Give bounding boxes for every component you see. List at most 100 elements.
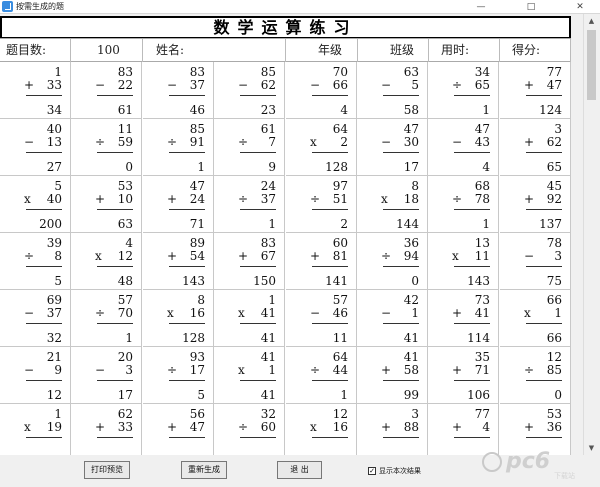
operator: − <box>381 306 392 320</box>
operator: x <box>524 306 531 320</box>
operand-1: 47 <box>403 122 419 136</box>
answer-rule <box>454 323 490 324</box>
problem-cell: 83−22 61 <box>71 62 142 119</box>
operand-1: 73 <box>474 293 490 307</box>
operand-1: 64 <box>332 122 348 136</box>
operand-1: 62 <box>117 407 133 421</box>
vertical-scrollbar[interactable]: ▲ ▼ <box>583 14 599 455</box>
operand-2: 91 <box>189 135 205 149</box>
answer-rule <box>526 152 562 153</box>
answer-rule <box>526 380 562 381</box>
operand-1: 32 <box>260 407 276 421</box>
operand-2: 16 <box>189 306 205 320</box>
operand-2: 12 <box>117 249 133 263</box>
operand-2: 62 <box>546 135 562 149</box>
operand-1: 53 <box>546 407 562 421</box>
result: 1 <box>197 160 205 174</box>
operand-2: 85 <box>546 363 562 377</box>
problem-cell: 12 ÷ 85 0 <box>500 347 571 404</box>
operator: + <box>524 78 535 92</box>
answer-rule <box>169 323 205 324</box>
answer-rule <box>383 95 419 96</box>
minimize-button[interactable]: — <box>464 0 498 14</box>
operand-2: 62 <box>260 78 276 92</box>
operand-2: 8 <box>54 249 62 263</box>
problem-cell: 41 +58 99 <box>357 347 428 404</box>
operand-2: 81 <box>332 249 348 263</box>
operand-2: 66 <box>332 78 348 92</box>
operand-2: 9 <box>54 363 62 377</box>
operand-1: 3 <box>554 122 562 136</box>
operator: x <box>452 249 459 263</box>
operand-1: 83 <box>117 65 133 79</box>
operator: − <box>524 249 535 263</box>
answer-rule <box>383 380 419 381</box>
scroll-thumb[interactable] <box>587 30 596 100</box>
show-results-checkbox[interactable]: ✓ <box>368 467 376 475</box>
operator: + <box>310 249 321 263</box>
operand-2: 65 <box>474 78 490 92</box>
answer-rule <box>169 152 205 153</box>
operand-1: 45 <box>546 179 562 193</box>
problem-cell: 64 ÷ 44 1 <box>286 347 357 404</box>
print-preview-button[interactable]: 打印预览 <box>84 461 130 479</box>
answer-rule <box>240 266 276 267</box>
operand-1: 70 <box>332 65 348 79</box>
problem-cell: 11 ÷ 59 0 <box>71 119 142 176</box>
operand-2: 54 <box>189 249 205 263</box>
operator: x <box>24 420 31 434</box>
operand-1: 47 <box>189 179 205 193</box>
result: 63 <box>117 217 133 231</box>
answer-rule <box>26 380 62 381</box>
answer-rule <box>454 266 490 267</box>
operand-2: 16 <box>332 420 348 434</box>
operand-2: 3 <box>554 249 562 263</box>
window-title: 按需生成的题 <box>16 2 64 11</box>
operator: + <box>524 420 535 434</box>
problem-cell: 83 +67 150 <box>214 233 285 290</box>
result: 17 <box>117 388 133 402</box>
regenerate-button[interactable]: 重新生成 <box>181 461 227 479</box>
operator: ÷ <box>95 135 106 149</box>
operand-2: 11 <box>474 249 490 263</box>
operator: ÷ <box>95 306 106 320</box>
answer-rule <box>97 152 133 153</box>
operator: x <box>310 420 317 434</box>
result: 41 <box>260 331 276 345</box>
operand-2: 78 <box>474 192 490 206</box>
operand-1: 20 <box>117 350 133 364</box>
answer-rule <box>454 380 490 381</box>
operator: ÷ <box>381 249 392 263</box>
close-button[interactable]: ✕ <box>563 0 597 14</box>
operator: − <box>238 78 249 92</box>
problem-cell: 32 ÷ 60 <box>214 404 285 455</box>
operand-1: 35 <box>474 350 490 364</box>
problem-cell: 36 ÷ 94 0 <box>357 233 428 290</box>
answer-rule <box>26 266 62 267</box>
problem-cell: 1 x 19 <box>0 404 71 455</box>
maximize-button[interactable]: □ <box>514 0 548 14</box>
problem-cell: 45 +92 137 <box>500 176 571 233</box>
operand-1: 1 <box>54 407 62 421</box>
problem-cell: 3 +88 <box>357 404 428 455</box>
result: 143 <box>467 274 490 288</box>
answer-rule <box>526 209 562 210</box>
operator: − <box>24 306 35 320</box>
problem-cell: 57−46 11 <box>286 290 357 347</box>
operand-1: 57 <box>117 293 133 307</box>
operator: ÷ <box>238 420 249 434</box>
scroll-up-icon[interactable]: ▲ <box>584 14 599 28</box>
operand-2: 67 <box>260 249 276 263</box>
problem-cell: 47 +24 71 <box>143 176 214 233</box>
operand-2: 36 <box>546 420 562 434</box>
answer-rule <box>240 323 276 324</box>
operand-2: 1 <box>554 306 562 320</box>
problem-cell: 60 +81 141 <box>286 233 357 290</box>
operand-1: 21 <box>46 350 62 364</box>
problem-cell: 5 x 40 200 <box>0 176 71 233</box>
operand-2: 37 <box>260 192 276 206</box>
exit-button[interactable]: 退 出 <box>277 461 322 479</box>
operand-2: 44 <box>332 363 348 377</box>
score-label: 得分: <box>500 39 571 62</box>
operand-2: 19 <box>46 420 62 434</box>
